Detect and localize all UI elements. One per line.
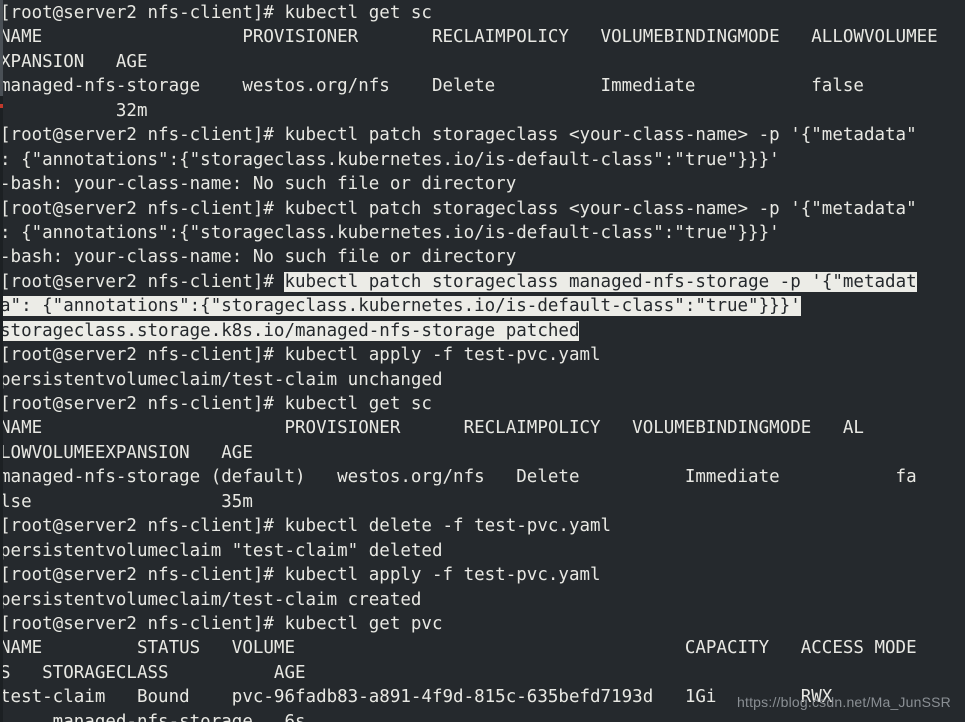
line-text: managed-nfs-storage westos.org/nfs Delet… [0,76,864,97]
terminal-line: managed-nfs-storage (default) westos.org… [0,465,965,489]
terminal-line: XPANSION AGE [0,50,965,74]
terminal-line: [root@server2 nfs-client]# kubectl patch… [0,123,965,147]
terminal-line: [root@server2 nfs-client]# kubectl patch… [0,197,965,221]
selected-text[interactable]: kubectl patch storageclass managed-nfs-s… [284,271,917,292]
line-text: NAME STATUS VOLUME CAPACITY ACCESS MODE [0,638,917,659]
terminal-line: NAME PROVISIONER RECLAIMPOLICY VOLUMEBIN… [0,416,965,440]
terminal-line-error: -bash: your-class-name: No such file or … [0,245,965,269]
terminal-line-selected: a": {"annotations":{"storageclass.kubern… [0,294,965,318]
terminal-line: : {"annotations":{"storageclass.kubernet… [0,221,965,245]
terminal-line: NAME STATUS VOLUME CAPACITY ACCESS MODE [0,636,965,660]
scrollbar-thumb[interactable] [0,0,3,96]
terminal-line: persistentvolumeclaim "test-claim" delet… [0,539,965,563]
line-text: persistentvolumeclaim "test-claim" delet… [0,540,443,561]
line-text: [root@server2 nfs-client]# kubectl apply… [0,345,601,366]
line-text: [root@server2 nfs-client]# kubectl get p… [0,613,443,634]
line-text: 32m [0,100,148,121]
terminal-line: lse 35m [0,490,965,514]
line-text: test-claim Bound pvc-96fadb83-a891-4f9d-… [0,687,833,708]
line-text: -bash: your-class-name: No such file or … [0,174,517,195]
terminal-line: 32m [0,99,965,123]
terminal-line-selected: storageclass.storage.k8s.io/managed-nfs-… [0,319,965,343]
watermark-text: https://blog.csdn.net/Ma_JunSSR [737,693,951,710]
line-text: XPANSION AGE [0,51,148,72]
line-text: [root@server2 nfs-client]# kubectl get s… [0,3,432,23]
line-text: : {"annotations":{"storageclass.kubernet… [0,222,780,243]
terminal-line: [root@server2 nfs-client]# kubectl get s… [0,392,965,416]
terminal-line: : {"annotations":{"storageclass.kubernet… [0,148,965,172]
shell-prompt: [root@server2 nfs-client]# [0,271,285,292]
terminal-line: [root@server2 nfs-client]# kubectl get p… [0,612,965,636]
terminal-line: managed-nfs-storage westos.org/nfs Delet… [0,74,965,98]
terminal-line: [root@server2 nfs-client]# kubectl get s… [0,1,965,25]
line-text: NAME PROVISIONER RECLAIMPOLICY VOLUMEBIN… [0,418,864,439]
scrollbar-track[interactable] [0,0,3,722]
terminal-line-selected: [root@server2 nfs-client]# kubectl patch… [0,270,965,294]
line-text: managed-nfs-storage 6s [0,711,306,722]
line-text: [root@server2 nfs-client]# kubectl delet… [0,516,612,537]
terminal-line: persistentvolumeclaim/test-claim created [0,588,965,612]
terminal-line: persistentvolumeclaim/test-claim unchang… [0,368,965,392]
terminal-line: [root@server2 nfs-client]# kubectl apply… [0,563,965,587]
selected-text[interactable]: a": {"annotations":{"storageclass.kubern… [0,296,801,317]
terminal-line: LOWVOLUMEEXPANSION AGE [0,441,965,465]
line-text: : {"annotations":{"storageclass.kubernet… [0,149,780,170]
selected-text[interactable]: storageclass.storage.k8s.io/managed-nfs-… [0,320,580,341]
terminal-line: [root@server2 nfs-client]# kubectl delet… [0,514,965,538]
line-text: [root@server2 nfs-client]# kubectl patch… [0,198,917,219]
line-text: -bash: your-class-name: No such file or … [0,247,517,268]
scrollbar-marker [0,104,3,108]
line-text: [root@server2 nfs-client]# kubectl patch… [0,125,917,146]
line-text: managed-nfs-storage (default) westos.org… [0,467,917,488]
terminal-line: [root@server2 nfs-client]# kubectl apply… [0,343,965,367]
terminal-window[interactable]: [root@server2 nfs-client]# kubectl get s… [0,0,965,722]
line-text: persistentvolumeclaim/test-claim created [0,589,422,610]
terminal-line: NAME PROVISIONER RECLAIMPOLICY VOLUMEBIN… [0,25,965,49]
line-text: LOWVOLUMEEXPANSION AGE [0,442,253,463]
line-text: lse 35m [0,491,253,512]
terminal-screen[interactable]: [root@server2 nfs-client]# kubectl get s… [0,0,965,722]
terminal-line: S STORAGECLASS AGE [0,661,965,685]
line-text: S STORAGECLASS AGE [0,662,306,683]
terminal-line-error: -bash: your-class-name: No such file or … [0,172,965,196]
line-text: [root@server2 nfs-client]# kubectl get s… [0,394,432,414]
line-text: [root@server2 nfs-client]# kubectl apply… [0,565,601,586]
line-text: NAME PROVISIONER RECLAIMPOLICY VOLUMEBIN… [0,27,938,48]
line-text: persistentvolumeclaim/test-claim unchang… [0,369,443,390]
